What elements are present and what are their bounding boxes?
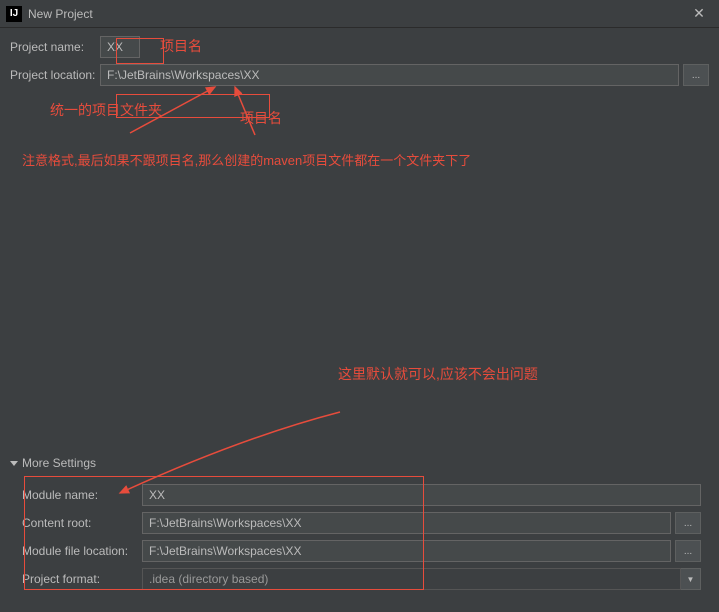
project-name-label: Project name:	[10, 40, 100, 54]
title-bar: IJ New Project ✕	[0, 0, 719, 28]
module-name-input[interactable]	[142, 484, 701, 506]
project-format-row: Project format: .idea (directory based) …	[22, 568, 701, 590]
module-file-location-label: Module file location:	[22, 544, 142, 558]
arrow-projname-to-location	[220, 83, 300, 143]
module-name-row: Module name:	[22, 484, 701, 506]
window-title: New Project	[28, 7, 93, 21]
content-root-row: Content root: ...	[22, 512, 701, 534]
content-root-input[interactable]	[142, 512, 671, 534]
module-file-location-input[interactable]	[142, 540, 671, 562]
arrow-folder-to-location	[100, 83, 280, 163]
browse-content-root-button[interactable]: ...	[675, 512, 701, 534]
project-location-input[interactable]	[100, 64, 679, 86]
project-name-input[interactable]	[100, 36, 140, 58]
project-format-select[interactable]: .idea (directory based)	[142, 568, 681, 590]
project-location-row: Project location: ...	[10, 64, 709, 86]
project-format-label: Project format:	[22, 572, 142, 586]
content-area: Project name: Project location: ... More…	[0, 28, 719, 612]
project-format-dropdown-button[interactable]: ▼	[681, 568, 701, 590]
project-name-row: Project name:	[10, 36, 709, 58]
more-settings-toggle[interactable]: More Settings	[10, 456, 709, 470]
highlight-location	[116, 94, 270, 118]
module-file-location-row: Module file location: ...	[22, 540, 701, 562]
app-icon: IJ	[6, 6, 22, 22]
browse-location-button[interactable]: ...	[683, 64, 709, 86]
close-button[interactable]: ✕	[685, 0, 713, 28]
module-name-label: Module name:	[22, 488, 142, 502]
content-root-label: Content root:	[22, 516, 142, 530]
more-settings-panel: Module name: Content root: ... Module fi…	[10, 476, 709, 604]
expand-icon	[10, 461, 18, 466]
browse-module-file-button[interactable]: ...	[675, 540, 701, 562]
project-location-label: Project location:	[10, 68, 100, 82]
more-settings-label: More Settings	[22, 456, 96, 470]
